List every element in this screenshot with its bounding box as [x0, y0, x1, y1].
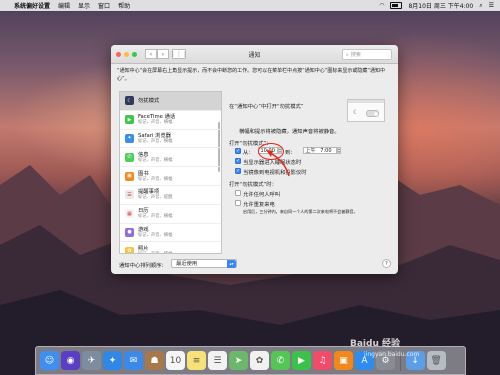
search-placeholder: 搜索	[350, 52, 361, 58]
help-button[interactable]: ?	[382, 259, 391, 268]
notes-icon[interactable]: ≡	[187, 351, 206, 370]
menu-app-name[interactable]: 系统偏好设置	[14, 1, 50, 10]
title-bar: ‹ › ⋮⋮⋮ 通知 ⌕ 搜索	[111, 45, 398, 64]
reminders-icon: ☰	[125, 190, 134, 200]
app-alert-style: 标记、声音、横幅	[138, 157, 173, 163]
app-list-item[interactable]: ☰ 提醒事项 标记、声音、提醒	[120, 186, 221, 205]
dnd-settings-pane: 在“通知中心”中打开“勿扰模式” ☾ 横幅和提示将被隐藏，通知声音将被静音。 打…	[227, 91, 392, 252]
to-label: 到：	[285, 150, 296, 156]
safari-icon[interactable]: ✦	[103, 351, 122, 370]
back-button[interactable]: ‹	[145, 49, 157, 59]
facetime-icon[interactable]: ▶	[292, 351, 311, 370]
from-label: 从：	[243, 150, 254, 156]
wifi-icon[interactable]: ◠	[379, 2, 384, 9]
mirroring-label: 当镜像到电视机和投影仪时	[243, 170, 307, 176]
dnd-preview-image: ☾	[347, 99, 385, 122]
messages-icon[interactable]: ✆	[271, 351, 290, 370]
zoom-window-button[interactable]	[132, 51, 137, 57]
show-all-grid-icon[interactable]: ⋮⋮⋮	[170, 49, 188, 59]
app-alert-style: 标记、声音、横幅	[138, 176, 173, 182]
app-list-item[interactable]: ▣ 图书 标记、声音、横幅	[120, 167, 221, 186]
popup-arrows-icon: ▴▾	[227, 260, 236, 268]
allow-repeated-label: 允许重复来电	[243, 202, 275, 208]
photos-icon: ✿	[125, 246, 134, 253]
app-alert-style: 标记、声音、横幅	[138, 120, 173, 126]
app-alert-style: 标记、声音、横幅	[138, 232, 173, 238]
app-alert-style: 标记、声音、提醒	[138, 195, 173, 201]
search-field[interactable]: ⌕ 搜索	[342, 49, 392, 60]
to-ampm: 上午	[305, 148, 316, 154]
battery-icon[interactable]	[390, 2, 403, 9]
books-icon: ▣	[125, 171, 134, 181]
app-list-item[interactable]: ✆ 信息 标记、声音、横幅	[120, 148, 221, 168]
toggle-icon	[366, 110, 379, 117]
allow-calls-checkbox[interactable]	[235, 190, 241, 196]
books-icon[interactable]: ▣	[334, 351, 353, 370]
notifications-preferences-window: ‹ › ⋮⋮⋮ 通知 ⌕ 搜索 “通知中心”会在屏幕右上角显示提示，而不会中断您…	[111, 45, 398, 274]
app-alert-style: 标记、声音、横幅	[138, 214, 173, 220]
facetime-icon: ▶	[125, 115, 134, 125]
reminders-icon[interactable]: ☰	[208, 351, 227, 370]
when-on-label: 打开“勿扰模式”时：	[229, 182, 277, 188]
from-time-checkbox[interactable]: ✓	[235, 148, 241, 154]
display-sleep-checkbox[interactable]: ✓	[235, 158, 241, 164]
notification-center-icon[interactable]: ☰	[489, 2, 494, 9]
calendar-icon: ▦	[125, 209, 134, 219]
sort-order-value: 最近使用	[176, 261, 198, 267]
watermark-logo: Baidu 经验	[350, 339, 401, 349]
close-window-button[interactable]	[116, 51, 121, 57]
app-alert-style: 标记、声音、横幅	[138, 138, 173, 144]
sort-order-popup[interactable]: 最近使用 ▴▾	[171, 259, 237, 268]
app-name: 勿扰模式	[138, 97, 160, 104]
red-annotation-circle	[258, 143, 284, 160]
music-icon[interactable]: ♫	[313, 351, 332, 370]
notification-center-description: “通知中心”会在屏幕右上角显示提示，而不会中断您的工作。您可以在菜单栏中点按“通…	[117, 68, 385, 82]
safari-icon: ✦	[125, 133, 134, 143]
allow-repeated-checkbox[interactable]	[235, 200, 241, 206]
mail-icon[interactable]: ✉	[124, 351, 143, 370]
game-center-icon: ●	[125, 227, 134, 237]
app-alert-style: 标记、声音、横幅	[138, 252, 172, 253]
to-time-stepper[interactable]: ▴ ▾	[337, 147, 341, 154]
menu-help[interactable]: 帮助	[118, 1, 130, 10]
to-time-field[interactable]: 上午 7:00	[303, 147, 337, 154]
photos-icon[interactable]: ✿	[250, 351, 269, 370]
maps-icon[interactable]: ➤	[229, 351, 248, 370]
minimize-window-button[interactable]	[124, 51, 129, 57]
forward-button[interactable]: ›	[157, 49, 169, 59]
menubar-clock[interactable]: 8月10日 周三 下午4:00	[408, 1, 473, 10]
dnd-hint: 横幅和提示将被隐藏，通知声音将被静音。	[239, 129, 340, 135]
menu-view[interactable]: 显示	[78, 1, 90, 10]
repeated-calls-hint: 启用后，三分钟内，来自同一个人的第二次来电将不会被静音。	[243, 209, 358, 214]
finder-icon[interactable]: ☺	[40, 351, 59, 370]
sort-order-label: 通知中心排列顺序：	[119, 263, 167, 269]
to-time: 7:00	[320, 148, 332, 154]
launchpad-icon[interactable]: ✈	[82, 351, 101, 370]
contacts-icon[interactable]: ☗	[145, 351, 164, 370]
menu-bar: 系统偏好设置 编辑 显示 窗口 帮助 ◠ 8月10日 周三 下午4:00 ⌕ ☰	[0, 0, 500, 11]
app-list-item[interactable]: ✿照片标记、声音、横幅	[120, 242, 221, 253]
moon-icon: ☾	[353, 109, 359, 116]
app-list[interactable]: ☾ 勿扰模式 ▶ FaceTime 通话 标记、声音、横幅 ✦ Safari 浏览器 标记、声…	[119, 91, 222, 254]
menu-window[interactable]: 窗口	[98, 1, 110, 10]
app-list-item[interactable]: ▦ 日历 标记、声音、横幅	[120, 205, 221, 224]
spotlight-icon[interactable]: ⌕	[479, 2, 482, 10]
dnd-heading: 在“通知中心”中打开“勿扰模式”	[229, 104, 304, 110]
menu-edit[interactable]: 编辑	[58, 1, 70, 10]
app-list-item[interactable]: ✦ Safari 浏览器 标记、声音、横幅	[120, 130, 221, 149]
search-icon: ⌕	[346, 51, 349, 58]
app-list-item[interactable]: ☾ 勿扰模式	[120, 92, 221, 111]
app-list-item[interactable]: ● 游戏 标记、声音、横幅	[120, 224, 221, 243]
siri-icon[interactable]: ◉	[61, 351, 80, 370]
moon-icon: ☾	[125, 96, 134, 106]
mirroring-checkbox[interactable]: ✓	[235, 168, 241, 174]
trash-icon[interactable]: 🗑	[426, 351, 446, 370]
calendar-icon[interactable]: 10	[166, 351, 185, 370]
watermark-url: jingyan.baidu.com	[364, 351, 420, 358]
messages-icon: ✆	[125, 152, 134, 162]
allow-calls-label: 允许任何人呼叫	[243, 192, 281, 198]
app-list-item[interactable]: ▶ FaceTime 通话 标记、声音、横幅	[120, 111, 221, 130]
